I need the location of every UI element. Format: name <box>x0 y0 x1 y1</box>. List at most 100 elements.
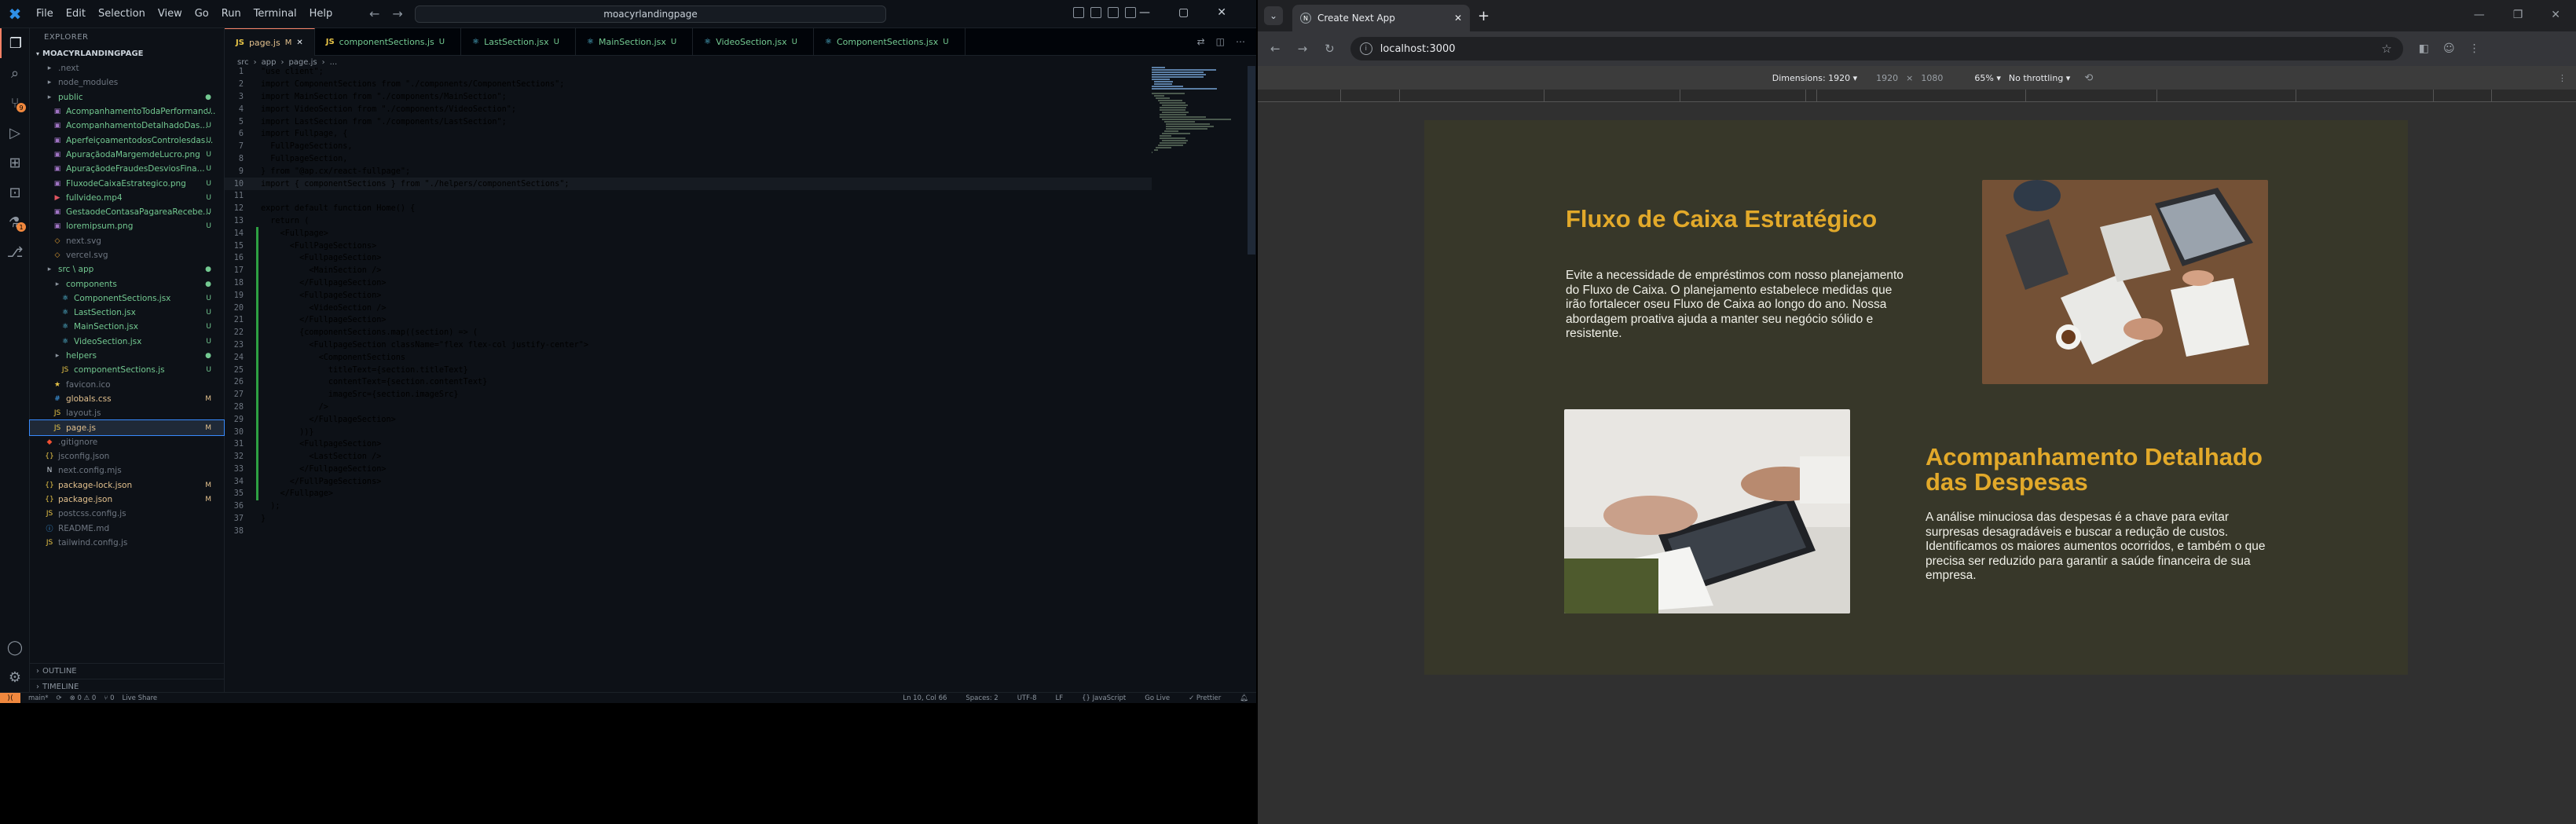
zoom-dropdown[interactable]: 65% ▾ <box>1974 73 2000 83</box>
close-tab-icon[interactable]: ✕ <box>1454 13 1462 24</box>
tree-item[interactable]: ▣ ApuraçãodaMargemdeLucro.png U <box>30 148 224 162</box>
toggle-secondary-sidebar-icon[interactable] <box>1108 7 1119 18</box>
toggle-panel-icon[interactable] <box>1090 7 1101 18</box>
tree-item[interactable]: {} package.json M <box>30 493 224 507</box>
ports-status[interactable]: ⑂ 0 <box>104 694 114 702</box>
tree-item[interactable]: {} package-lock.json M <box>30 478 224 493</box>
chrome-menu-icon[interactable]: ⋮ <box>2469 42 2480 55</box>
split-editor-icon[interactable]: ◫ <box>1216 36 1225 47</box>
tree-item[interactable]: JS postcss.config.js <box>30 507 224 521</box>
tree-item[interactable]: ▣ ApuraçãodeFraudesDesviosFina... U <box>30 162 224 176</box>
tree-item[interactable]: # globals.css M <box>30 392 224 406</box>
media-query-ruler[interactable] <box>1258 90 2576 102</box>
branch-status[interactable]: main* <box>28 694 49 702</box>
compare-icon[interactable]: ⇄ <box>1197 36 1205 47</box>
breadcrumb-item[interactable]: ... <box>330 58 338 67</box>
tree-item[interactable]: {} jsconfig.json <box>30 449 224 463</box>
account-icon[interactable]: ◯ <box>0 632 30 662</box>
tab-search-icon[interactable]: ⌄ <box>1264 6 1283 25</box>
explorer-icon[interactable]: ❐ <box>0 28 30 58</box>
tree-item[interactable]: ◆ .gitignore <box>30 435 224 449</box>
outline-section[interactable]: › OUTLINE <box>30 663 225 679</box>
tree-item[interactable]: ▸ node_modules <box>30 75 224 90</box>
address-bar[interactable]: i localhost:3000 ☆ <box>1350 37 2403 60</box>
tree-item[interactable]: ⚛ MainSection.jsx U <box>30 320 224 334</box>
tree-item[interactable]: ▣ AperfeiçoamentodosControlesdas... U <box>30 133 224 147</box>
tree-item[interactable]: ★ favicon.ico <box>30 378 224 392</box>
tree-item[interactable]: ▶ fullvideo.mp4 U <box>30 191 224 205</box>
settings-gear-icon[interactable]: ⚙ <box>0 662 30 692</box>
tree-item[interactable]: ◇ next.svg <box>30 234 224 248</box>
throttling-dropdown[interactable]: No throttling ▾ <box>2009 73 2070 83</box>
editor-tab[interactable]: ⚛ LastSection.jsx U <box>461 28 576 56</box>
remote-explorer-icon[interactable]: ⊡ <box>0 178 30 207</box>
tree-item[interactable]: ⚛ ComponentSections.jsx U <box>30 291 224 306</box>
tree-item[interactable]: ⚛ VideoSection.jsx U <box>30 335 224 349</box>
tree-item[interactable]: ▣ GestaodeContasaPagareaRecebe... U <box>30 205 224 219</box>
editor-tab[interactable]: ⚛ MainSection.jsx U <box>576 28 694 56</box>
back-icon[interactable]: ← <box>1270 42 1281 56</box>
liveshare-status[interactable]: Live Share <box>123 694 158 702</box>
profile-icon[interactable]: ☺ <box>2443 42 2455 55</box>
tree-item[interactable]: ▸ helpers ● <box>30 349 224 363</box>
cursor-position[interactable]: Ln 10, Col 66 <box>903 694 947 702</box>
menu-item-run[interactable]: Run <box>215 8 247 20</box>
menu-item-file[interactable]: File <box>30 8 60 20</box>
bookmark-star-icon[interactable]: ☆ <box>2381 42 2391 56</box>
side-panel-icon[interactable]: ◧ <box>2419 42 2429 55</box>
menu-item-selection[interactable]: Selection <box>92 8 152 20</box>
menu-item-go[interactable]: Go <box>189 8 215 20</box>
tree-item[interactable]: JS page.js M <box>29 419 225 436</box>
eol-status[interactable]: LF <box>1055 694 1063 702</box>
breadcrumb-item[interactable]: page.js <box>288 58 317 67</box>
menu-item-edit[interactable]: Edit <box>60 8 92 20</box>
tree-item[interactable]: ▣ loremipsum.png U <box>30 219 224 233</box>
workspace-root[interactable]: ▾ MOACYRLANDINGPAGE <box>30 46 224 61</box>
tree-item[interactable]: ⚛ LastSection.jsx U <box>30 306 224 320</box>
dimensions-dropdown[interactable]: Dimensions: 1920 ▾ <box>1772 73 1857 83</box>
device-more-icon[interactable]: ⋮ <box>2558 73 2567 83</box>
search-view-icon[interactable]: ⌕ <box>0 58 30 88</box>
tree-item[interactable]: ▸ .next <box>30 61 224 75</box>
problems-status[interactable]: ⊗ 0 ⚠ 0 <box>70 694 97 702</box>
language-status[interactable]: {} JavaScript <box>1082 694 1126 702</box>
tree-item[interactable]: JS componentSections.js U <box>30 363 224 377</box>
tree-item[interactable]: Nnext.config.mjs <box>30 463 224 478</box>
toggle-primary-sidebar-icon[interactable] <box>1073 7 1084 18</box>
menu-item-help[interactable]: Help <box>303 8 339 20</box>
close-tab-icon[interactable]: ✕ <box>296 38 302 47</box>
prettier-status[interactable]: ✓ Prettier <box>1189 694 1221 702</box>
reload-icon[interactable]: ↻ <box>1325 42 1335 56</box>
golive-status[interactable]: Go Live <box>1145 694 1170 702</box>
source-control-icon[interactable]: ⑂ 9 <box>0 88 30 118</box>
tree-item[interactable]: ▣ AcompanhamentoTodaPerformanc... U <box>30 104 224 119</box>
back-arrow-icon[interactable]: ← <box>369 6 379 21</box>
sync-status[interactable]: ⟳ <box>57 694 62 702</box>
extensions-icon[interactable]: ⊞ <box>0 148 30 178</box>
remote-indicator-icon[interactable]: ⟩⟨ <box>0 692 20 703</box>
tree-item[interactable]: JS layout.js <box>30 406 224 420</box>
close-icon[interactable]: ✕ <box>2551 9 2560 21</box>
editor-scrollbar[interactable] <box>1248 66 1255 255</box>
forward-arrow-icon[interactable]: → <box>392 6 402 21</box>
width-input[interactable]: 1920 <box>1876 73 1898 83</box>
breadcrumb-item[interactable]: app <box>262 58 277 67</box>
minimize-icon[interactable]: — <box>2474 9 2485 21</box>
maximize-icon[interactable]: ▢ <box>1178 6 1189 19</box>
command-center-search[interactable]: ⌕ moacyrlandingpage <box>415 5 886 23</box>
run-debug-icon[interactable]: ▷ <box>0 118 30 148</box>
tree-item[interactable]: JS tailwind.config.js <box>30 536 224 550</box>
git-graph-icon[interactable]: ⎇ <box>0 237 30 267</box>
minimize-icon[interactable]: — <box>1139 6 1150 19</box>
menu-item-terminal[interactable]: Terminal <box>247 8 303 20</box>
more-actions-icon[interactable]: ⋯ <box>1236 36 1245 47</box>
notifications-bell-icon[interactable]: 🔔︎ <box>1240 694 1248 702</box>
editor-tab[interactable]: ⚛ ComponentSections.jsx U <box>814 28 966 56</box>
rotate-icon[interactable]: ⟲ <box>2084 72 2093 84</box>
code-editor[interactable]: 1 "use client"; 2 import ComponentSections … <box>225 66 1152 616</box>
height-input[interactable]: 1080 <box>1921 73 1943 83</box>
editor-tab[interactable]: JS componentSections.js U <box>315 28 462 56</box>
minimap[interactable] <box>1152 66 1246 176</box>
close-icon[interactable]: ✕ <box>1217 6 1226 19</box>
tree-item[interactable]: ▸ src \ app ● <box>30 262 224 276</box>
